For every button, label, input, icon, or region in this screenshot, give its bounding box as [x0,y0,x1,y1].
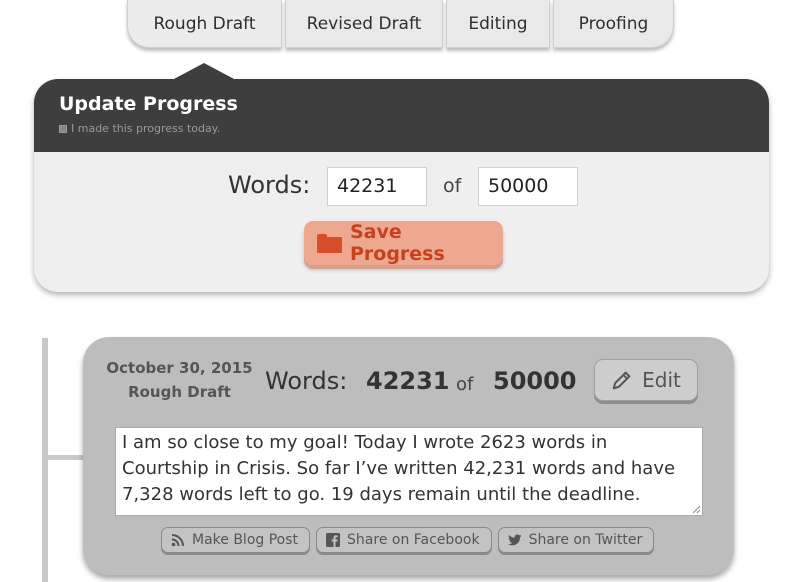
entry-stage: Rough Draft [128,383,231,401]
tab-label: Rough Draft [153,13,256,34]
share-actions: Make Blog Post Share on Facebook Share o… [161,527,655,553]
tab-rough-draft[interactable]: Rough Draft [127,0,282,48]
progress-today-label: I made this progress today. [71,122,221,135]
entry-message-textarea[interactable]: I am so close to my goal! Today I wrote … [115,427,703,516]
timeline-line [42,338,48,582]
entry-of-label: of [456,374,474,395]
entry-goal-words: 50000 [493,367,577,395]
of-label: of [443,175,462,197]
folder-icon [317,233,342,253]
entry-current-words: 42231 [366,367,450,395]
progress-today-checkbox-row[interactable]: I made this progress today. [59,122,769,135]
stage-tabs: Rough Draft Revised Draft Editing Proofi… [127,0,674,50]
words-row: Words: 42231 of 50000 [34,167,769,207]
share-twitter-label: Share on Twitter [528,532,643,548]
tab-revised-draft[interactable]: Revised Draft [285,0,443,48]
entry-date: October 30, 2015 [106,359,253,377]
update-progress-panel: Update Progress I made this progress tod… [34,79,769,292]
tab-label: Editing [468,13,528,34]
update-title: Update Progress [59,93,238,115]
twitter-icon [507,534,522,546]
rss-icon [171,534,184,547]
tab-editing[interactable]: Editing [446,0,550,48]
progress-today-checkbox[interactable] [59,124,67,133]
tab-label: Proofing [578,13,649,34]
share-twitter-button[interactable]: Share on Twitter [497,527,655,553]
resize-grip-icon[interactable] [691,504,701,514]
tab-label: Revised Draft [306,13,422,34]
make-blog-post-label: Make Blog Post [192,532,299,548]
share-facebook-button[interactable]: Share on Facebook [316,527,492,553]
share-facebook-label: Share on Facebook [347,532,480,548]
update-header: Update Progress I made this progress tod… [34,79,769,152]
words-label: Words: [228,171,311,199]
goal-words-input[interactable]: 50000 [478,167,578,206]
pencil-icon [612,371,631,390]
save-progress-label: Save Progress [349,221,445,265]
edit-label: Edit [642,368,681,392]
timeline-branch [48,455,84,460]
tab-proofing[interactable]: Proofing [553,0,674,48]
entry-words-label: Words: [265,367,348,395]
current-words-input[interactable]: 42231 [327,167,427,206]
edit-button[interactable]: Edit [594,359,698,401]
make-blog-post-button[interactable]: Make Blog Post [161,527,311,553]
facebook-icon [326,533,341,547]
save-progress-button[interactable]: Save Progress [304,221,503,265]
progress-entry-card: October 30, 2015 Rough Draft Words: 4223… [83,337,734,575]
active-tab-pointer [172,63,236,80]
